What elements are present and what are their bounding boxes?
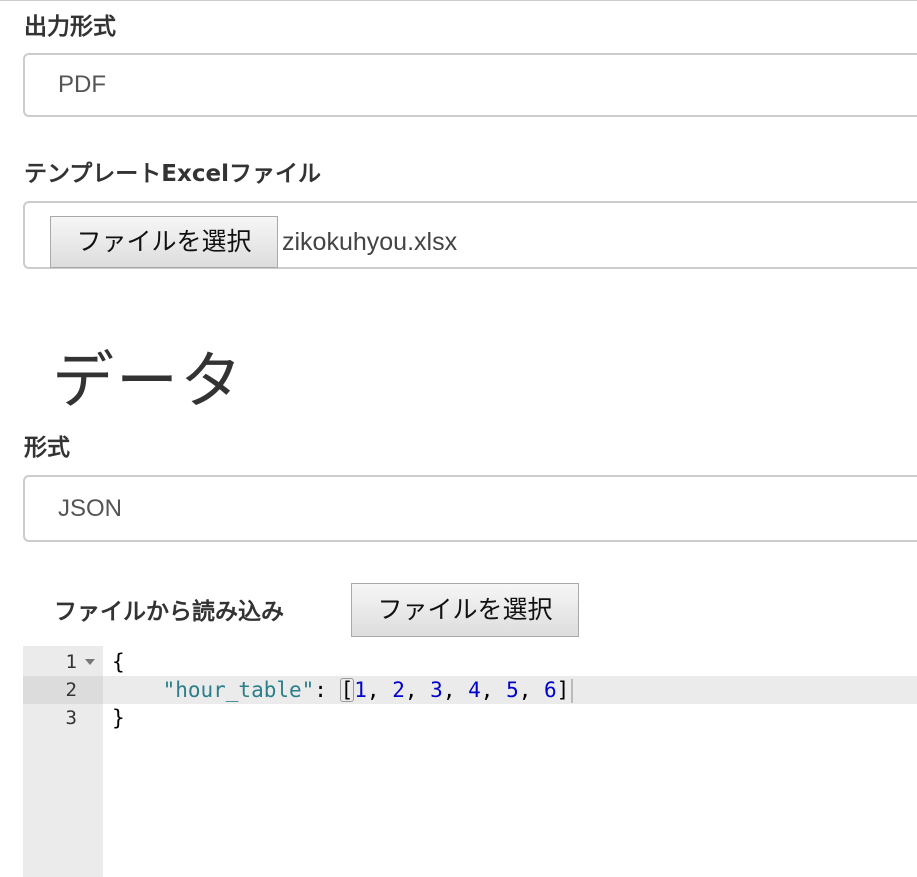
json-editor[interactable]: 1 { 2 "hour_table": [1, 2, 3, 4, 5, 6] 3… <box>23 646 917 877</box>
editor-line[interactable]: 1 { <box>23 648 917 676</box>
code-text: } <box>112 706 125 730</box>
load-file-choose-button[interactable]: ファイルを選択 <box>351 583 579 637</box>
template-file-choose-button[interactable]: ファイルを選択 <box>50 216 278 268</box>
output-format-label: 出力形式 <box>24 14 116 40</box>
json-number: 5 <box>506 678 519 702</box>
load-from-file-label: ファイルから読み込み <box>54 599 284 625</box>
code-text: "hour_table": [1, 2, 3, 4, 5, 6] <box>112 676 574 704</box>
template-file-label: テンプレートExcelファイル <box>24 161 321 187</box>
bracket-close: ] <box>556 678 570 702</box>
json-number: 1 <box>354 678 367 702</box>
text-cursor <box>571 679 574 703</box>
bracket-open: [ <box>339 678 355 702</box>
template-file-input[interactable]: ファイルを選択 zikokuhyou.xlsx <box>23 201 917 269</box>
line-number: 3 <box>65 707 77 729</box>
data-format-select[interactable]: JSON <box>23 475 917 542</box>
editor-line[interactable]: 3 } <box>23 704 917 732</box>
output-format-select[interactable]: PDF <box>23 53 917 117</box>
line-number: 2 <box>23 676 103 704</box>
json-number: 4 <box>468 678 481 702</box>
json-separator: : <box>314 678 340 702</box>
template-file-name: zikokuhyou.xlsx <box>282 228 458 256</box>
fold-arrow-icon[interactable] <box>85 659 95 665</box>
json-key: "hour_table" <box>162 678 315 702</box>
code-text: { <box>112 650 125 674</box>
json-number: 2 <box>392 678 405 702</box>
json-number: 6 <box>544 678 557 702</box>
json-number: 3 <box>430 678 443 702</box>
data-format-label: 形式 <box>24 435 70 461</box>
top-border <box>0 0 917 1</box>
editor-line-active[interactable]: 2 "hour_table": [1, 2, 3, 4, 5, 6] <box>23 676 917 704</box>
data-section-heading: データ <box>52 344 245 417</box>
